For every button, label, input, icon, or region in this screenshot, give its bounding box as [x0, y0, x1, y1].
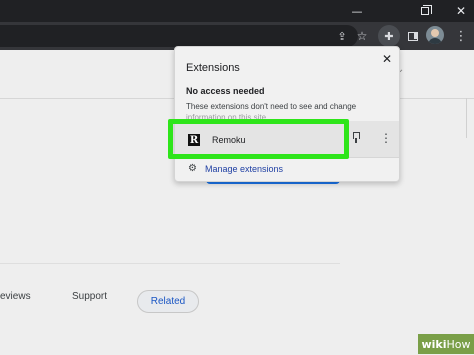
- section-description: These extensions don't need to see and c…: [186, 102, 357, 111]
- close-window-button[interactable]: ✕: [444, 0, 474, 22]
- minimize-button[interactable]: —: [340, 0, 374, 22]
- highlight-box: [168, 119, 349, 159]
- title-bar: — ✕: [0, 0, 474, 22]
- profile-avatar[interactable]: [426, 26, 444, 44]
- extensions-puzzle-icon[interactable]: ✚: [378, 25, 400, 47]
- extension-more-icon[interactable]: ⋮: [380, 131, 392, 145]
- watermark-bold: wiki: [421, 337, 447, 351]
- section-divider: [0, 263, 340, 264]
- tab-support[interactable]: Support: [72, 291, 107, 302]
- extensions-popup: Extensions ✕ No access needed These exte…: [174, 46, 400, 182]
- share-icon[interactable]: ⇪: [333, 27, 351, 45]
- manage-extensions-link[interactable]: Manage extensions: [205, 164, 283, 174]
- gear-icon: ⚙: [188, 163, 197, 174]
- bookmark-star-icon[interactable]: ☆: [353, 27, 371, 45]
- tab-related[interactable]: Related: [137, 290, 199, 313]
- browser-menu-icon[interactable]: ⋮: [452, 27, 470, 45]
- close-icon[interactable]: ✕: [382, 52, 392, 66]
- side-panel-icon[interactable]: [404, 27, 422, 45]
- popup-title: Extensions: [186, 62, 240, 74]
- maximize-button[interactable]: [408, 0, 442, 22]
- restore-icon: [421, 5, 432, 15]
- tab-reviews[interactable]: eviews: [0, 291, 31, 302]
- wikihow-watermark: wiki How: [418, 334, 474, 354]
- watermark-regular: How: [446, 337, 471, 351]
- section-header: No access needed: [186, 86, 265, 96]
- pin-icon[interactable]: [352, 132, 360, 143]
- scrollbar-track: [466, 98, 467, 138]
- address-bar[interactable]: [0, 25, 358, 47]
